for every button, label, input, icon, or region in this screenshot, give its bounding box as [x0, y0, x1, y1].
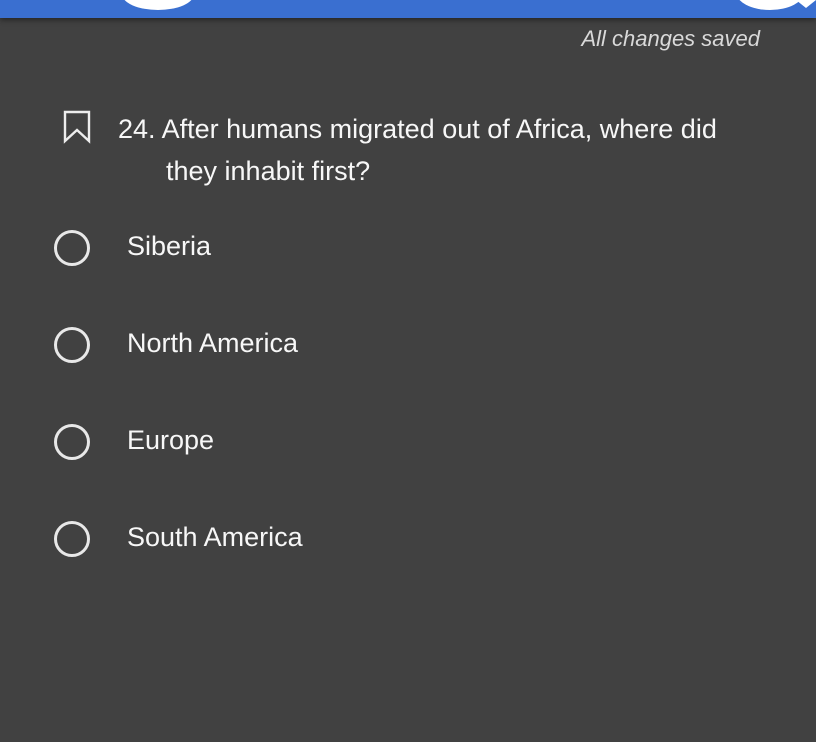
top-app-bar [0, 0, 816, 18]
bookmark-icon[interactable] [62, 110, 92, 144]
radio-button[interactable] [54, 424, 90, 460]
answer-option-label: South America [127, 522, 303, 552]
radio-button[interactable] [54, 521, 90, 557]
answer-option[interactable]: South America [54, 515, 754, 612]
topbar-right-shape [736, 0, 804, 10]
question-number: 24. [118, 114, 156, 144]
question-text: 24. After humans migrated out of Africa,… [118, 108, 798, 192]
question-text-line2: they inhabit first? [166, 156, 371, 186]
radio-button[interactable] [54, 327, 90, 363]
answer-option[interactable]: Siberia [54, 224, 754, 321]
answer-option-label: North America [127, 328, 299, 358]
question-text-line1: After humans migrated out of Africa, whe… [161, 114, 717, 144]
radio-button[interactable] [54, 230, 90, 266]
topbar-right-pointer [796, 0, 816, 8]
answer-option-label: Siberia [127, 231, 212, 261]
answer-option[interactable]: North America [54, 321, 754, 418]
topbar-left-shape [122, 0, 194, 10]
answer-options: Siberia North America Europe South Ameri… [54, 224, 754, 612]
answer-option[interactable]: Europe [54, 418, 754, 515]
answer-option-label: Europe [127, 425, 215, 455]
save-status-text: All changes saved [581, 26, 760, 51]
